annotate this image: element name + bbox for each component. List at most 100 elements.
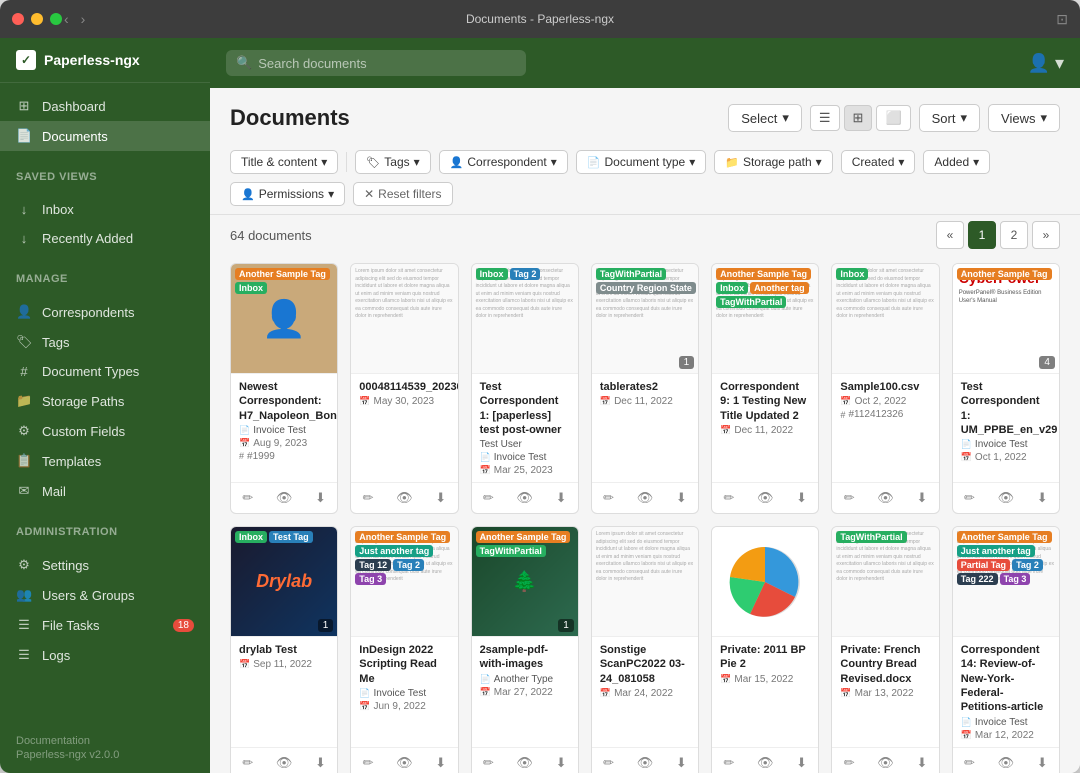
doc-download-btn[interactable]: ⬇ — [429, 752, 452, 773]
doc-download-btn[interactable]: ⬇ — [910, 487, 933, 509]
sidebar-item-correspondents[interactable]: 👤 Correspondents — [0, 297, 210, 327]
sidebar-item-custom-fields[interactable]: ⚙ Custom Fields — [0, 416, 210, 446]
search-input[interactable] — [258, 56, 516, 71]
sidebar-item-tags[interactable]: 🏷 Tags — [0, 327, 210, 357]
doc-preview-btn[interactable]: 👁 — [270, 752, 299, 773]
page-last-btn[interactable]: » — [1032, 221, 1060, 249]
doc-preview-btn[interactable]: 👁 — [631, 752, 660, 773]
doc-edit-btn[interactable]: ✏ — [717, 487, 740, 509]
doc-edit-btn[interactable]: ✏ — [236, 752, 259, 773]
large-grid-view-btn[interactable]: ⬜ — [876, 105, 910, 131]
filter-permissions[interactable]: 👤 Permissions ▾ — [230, 182, 345, 206]
sidebar-item-mail[interactable]: ✉ Mail — [0, 476, 210, 506]
doc-edit-btn[interactable]: ✏ — [958, 487, 981, 509]
filter-added[interactable]: Added ▾ — [923, 150, 990, 174]
doc-card[interactable]: Lorem ipsum dolor sit amet consectetur a… — [591, 263, 699, 514]
search-box[interactable]: 🔍 — [226, 50, 526, 76]
doc-download-btn[interactable]: ⬇ — [670, 752, 693, 773]
doc-edit-btn[interactable]: ✏ — [236, 487, 259, 509]
doc-card[interactable]: Lorem ipsum dolor sit amet consectetur a… — [952, 526, 1060, 773]
reset-filters-btn[interactable]: ✕ Reset filters — [353, 182, 452, 206]
forward-btn[interactable]: › — [77, 9, 90, 29]
doc-card[interactable]: Drylab InboxTest Tag 1 drylab Test 📅Sep … — [230, 526, 338, 773]
doc-preview-btn[interactable]: 👁 — [751, 487, 780, 509]
doc-edit-btn[interactable]: ✏ — [717, 752, 740, 773]
doc-preview-btn[interactable]: 👁 — [992, 752, 1021, 773]
doc-download-btn[interactable]: ⬇ — [670, 487, 693, 509]
filter-created[interactable]: Created ▾ — [841, 150, 916, 174]
filter-correspondent[interactable]: 👤 Correspondent ▾ — [439, 150, 568, 174]
doc-card[interactable]: 🌲 Another Sample TagTagWithPartial 1 2sa… — [471, 526, 579, 773]
filter-storage-path[interactable]: 📁 Storage path ▾ — [714, 150, 832, 174]
doc-title: drylab Test — [239, 643, 329, 657]
doc-download-btn[interactable]: ⬇ — [1031, 487, 1054, 509]
page-1-btn[interactable]: 1 — [968, 221, 996, 249]
sidebar-item-documents[interactable]: 📄 Documents — [0, 121, 210, 151]
doc-edit-btn[interactable]: ✏ — [958, 752, 981, 773]
sidebar-item-users-groups[interactable]: 👥 Users & Groups — [0, 580, 210, 610]
doc-card[interactable]: Lorem ipsum dolor sit amet consectetur a… — [350, 263, 458, 514]
doc-download-btn[interactable]: ⬇ — [309, 752, 332, 773]
doc-preview-btn[interactable]: 👁 — [871, 487, 900, 509]
select-btn[interactable]: Select ▾ — [728, 104, 802, 132]
doc-edit-btn[interactable]: ✏ — [838, 487, 861, 509]
doc-preview-btn[interactable]: 👁 — [751, 752, 780, 773]
views-btn[interactable]: Views ▾ — [988, 104, 1060, 132]
doc-edit-btn[interactable]: ✏ — [357, 752, 380, 773]
doc-card[interactable]: Lorem ipsum dolor sit amet consectetur a… — [591, 526, 699, 773]
doc-card[interactable]: 👤 Another Sample TagInbox Newest Corresp… — [230, 263, 338, 514]
doc-card[interactable]: Lorem ipsum dolor sit amet consectetur a… — [831, 263, 939, 514]
documentation-link[interactable]: Documentation — [16, 735, 194, 747]
doc-download-btn[interactable]: ⬇ — [550, 487, 573, 509]
doc-preview-btn[interactable]: 👁 — [390, 752, 419, 773]
doc-download-btn[interactable]: ⬇ — [910, 752, 933, 773]
grid-view-btn[interactable]: ⊞ — [844, 105, 873, 131]
sidebar-item-logs[interactable]: ☰ Logs — [0, 640, 210, 670]
doc-preview-btn[interactable]: 👁 — [510, 752, 539, 773]
filter-tags[interactable]: 🏷 Tags ▾ — [355, 150, 430, 174]
doc-download-btn[interactable]: ⬇ — [790, 752, 813, 773]
sidebar-item-settings[interactable]: ⚙ Settings — [0, 550, 210, 580]
sidebar-item-recently-added[interactable]: ↓ Recently Added — [0, 224, 210, 253]
sidebar-item-file-tasks[interactable]: ☰ File Tasks 18 — [0, 610, 210, 640]
page-prev-btn[interactable]: « — [936, 221, 964, 249]
doc-preview-btn[interactable]: 👁 — [631, 487, 660, 509]
doc-edit-btn[interactable]: ✏ — [838, 752, 861, 773]
sidebar-item-inbox[interactable]: ↓ Inbox — [0, 195, 210, 224]
minimize-btn[interactable] — [31, 13, 43, 25]
user-menu-btn[interactable]: 👤 ▾ — [1028, 53, 1064, 74]
doc-card[interactable]: Lorem ipsum dolor sit amet consectetur a… — [831, 526, 939, 773]
doc-download-btn[interactable]: ⬇ — [790, 487, 813, 509]
doc-card[interactable]: Lorem ipsum dolor sit amet consectetur a… — [471, 263, 579, 514]
doc-preview-btn[interactable]: 👁 — [390, 487, 419, 509]
page-2-btn[interactable]: 2 — [1000, 221, 1028, 249]
close-btn[interactable] — [12, 13, 24, 25]
back-btn[interactable]: ‹ — [60, 9, 73, 29]
sort-btn[interactable]: Sort ▾ — [919, 104, 980, 132]
sidebar-item-templates[interactable]: 📋 Templates — [0, 446, 210, 476]
doc-preview-btn[interactable]: 👁 — [992, 487, 1021, 509]
filter-title-content[interactable]: Title & content ▾ — [230, 150, 338, 174]
sidebar-item-dashboard[interactable]: ⊞ Dashboard — [0, 91, 210, 121]
doc-download-btn[interactable]: ⬇ — [429, 487, 452, 509]
doc-download-btn[interactable]: ⬇ — [309, 487, 332, 509]
doc-preview-btn[interactable]: 👁 — [871, 752, 900, 773]
doc-edit-btn[interactable]: ✏ — [477, 487, 500, 509]
doc-download-btn[interactable]: ⬇ — [1031, 752, 1054, 773]
doc-edit-btn[interactable]: ✏ — [477, 752, 500, 773]
doc-card[interactable]: CyberPowerPowerPanel® Business EditionUs… — [952, 263, 1060, 514]
doc-edit-btn[interactable]: ✏ — [597, 752, 620, 773]
doc-card[interactable]: Lorem ipsum dolor sit amet consectetur a… — [711, 263, 819, 514]
filter-document-type[interactable]: 📄 Document type ▾ — [576, 150, 706, 174]
doc-edit-btn[interactable]: ✏ — [597, 487, 620, 509]
doc-card[interactable]: Lorem ipsum dolor sit amet consectetur a… — [350, 526, 458, 773]
sidebar-item-storage-paths[interactable]: 📁 Storage Paths — [0, 386, 210, 416]
fullscreen-btn[interactable]: ⊡ — [1056, 11, 1068, 28]
doc-preview-btn[interactable]: 👁 — [510, 487, 539, 509]
doc-preview-btn[interactable]: 👁 — [270, 487, 299, 509]
list-view-btn[interactable]: ☰ — [810, 105, 840, 131]
sidebar-item-document-types[interactable]: # Document Types — [0, 357, 210, 386]
doc-edit-btn[interactable]: ✏ — [357, 487, 380, 509]
doc-download-btn[interactable]: ⬇ — [550, 752, 573, 773]
doc-card[interactable]: Private: 2011 BP Pie 2 📅Mar 15, 2022 ✏ 👁… — [711, 526, 819, 773]
